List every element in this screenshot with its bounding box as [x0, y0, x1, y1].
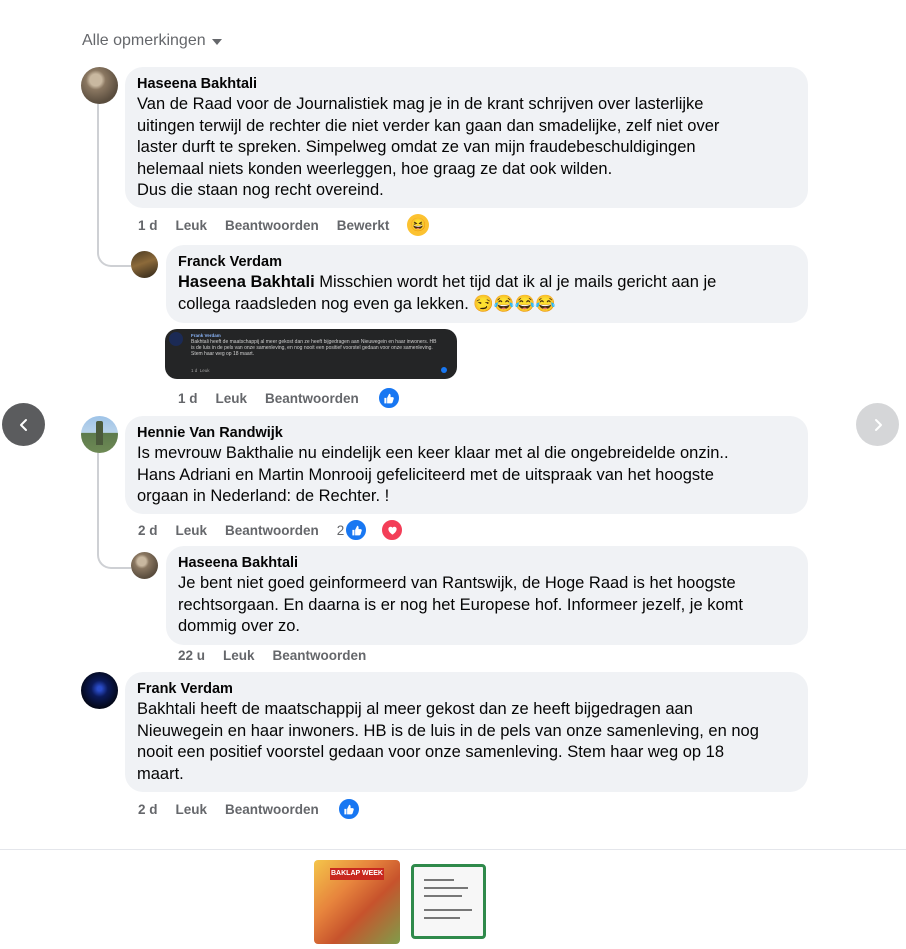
comment-author[interactable]: Franck Verdam [178, 253, 796, 272]
previous-button[interactable] [2, 403, 45, 446]
like-reaction-icon [344, 518, 369, 542]
comment-actions: 1 d Leuk Beantwoorden Bewerkt 😆 [138, 214, 465, 236]
comment-bubble: Haseena Bakhtali Van de Raad voor de Jou… [125, 67, 808, 208]
comment-filter-dropdown[interactable]: Alle opmerkingen [82, 32, 222, 50]
reaction-count: 2 [336, 522, 345, 538]
thumbnail-line [424, 895, 462, 897]
avatar[interactable] [81, 416, 118, 453]
comment-time[interactable]: 22 u [178, 648, 205, 663]
love-reaction-icon [380, 518, 405, 542]
comment-actions: 1 d Leuk Beantwoorden [178, 386, 437, 410]
haha-reaction-icon: 😆 [407, 214, 430, 236]
attachment-like: Leuk [199, 368, 210, 373]
thumbnail-line [424, 909, 472, 911]
like-button[interactable]: Leuk [176, 802, 208, 817]
comment-text: Bakhtali heeft de maatschappij al meer g… [137, 700, 759, 783]
next-button[interactable] [856, 403, 899, 446]
divider [0, 849, 906, 850]
comment-author[interactable]: Frank Verdam [137, 680, 796, 699]
like-reaction-icon [336, 797, 361, 821]
photo-thumbnail[interactable]: BAKLAP WEEK [314, 860, 400, 944]
comment-text: Van de Raad voor de Journalistiek mag je… [137, 95, 720, 199]
like-button[interactable]: Leuk [176, 218, 208, 233]
like-button[interactable]: Leuk [223, 648, 255, 663]
attachment-time: 1 d [191, 368, 198, 373]
comment-bubble: Hennie Van Randwijk Is mevrouw Bakthalie… [125, 416, 808, 514]
comment-time[interactable]: 2 d [138, 802, 158, 817]
reply-button[interactable]: Beantwoorden [225, 218, 319, 233]
comment-author[interactable]: Haseena Bakhtali [137, 75, 796, 94]
like-reaction-icon [441, 367, 447, 373]
comment-filter-label: Alle opmerkingen [82, 32, 206, 49]
comment-text: Je bent niet goed geinformeerd van Rants… [178, 574, 743, 635]
attachment-text: Bakhtali heeft de maatschappij al meer g… [191, 339, 437, 357]
avatar[interactable] [81, 672, 118, 709]
like-button[interactable]: Leuk [216, 391, 248, 406]
thumbnail-line [424, 887, 468, 889]
comment-author[interactable]: Hennie Van Randwijk [137, 424, 796, 443]
comment-time[interactable]: 2 d [138, 523, 158, 538]
comment-author[interactable]: Haseena Bakhtali [178, 554, 796, 573]
chevron-left-icon [19, 418, 27, 431]
thumbnail-title: BAKLAP WEEK [330, 868, 384, 880]
reply-button[interactable]: Beantwoorden [225, 523, 319, 538]
comment-actions: 2 d Leuk Beantwoorden [138, 797, 397, 821]
photo-thumbnail-selected[interactable] [411, 864, 486, 939]
like-button[interactable]: Leuk [176, 523, 208, 538]
comment-time[interactable]: 1 d [138, 218, 158, 233]
reactions[interactable]: 😆 [407, 214, 447, 236]
comment-actions: 22 u Leuk Beantwoorden [178, 648, 384, 663]
comment-actions: 2 d Leuk Beantwoorden 2 [138, 518, 422, 542]
avatar [169, 332, 183, 346]
comment-bubble: Franck Verdam Haseena Bakhtali Misschien… [166, 245, 808, 323]
thumbnail-line [424, 917, 460, 919]
comment-bubble: Haseena Bakhtali Je bent niet goed geinf… [166, 546, 808, 645]
comment-text: Haseena Bakhtali Misschien wordt het tij… [178, 272, 796, 315]
edited-label[interactable]: Bewerkt [337, 218, 390, 233]
caret-down-icon [211, 39, 222, 45]
reactions[interactable] [336, 797, 379, 821]
comment-text: Is mevrouw Bakthalie nu eindelijk een ke… [137, 444, 729, 505]
reply-button[interactable]: Beantwoorden [265, 391, 359, 406]
avatar[interactable] [81, 67, 118, 104]
reply-button[interactable]: Beantwoorden [225, 802, 319, 817]
comment-bubble: Frank Verdam Bakhtali heeft de maatschap… [125, 672, 808, 792]
comment-time[interactable]: 1 d [178, 391, 198, 406]
mention-link[interactable]: Haseena Bakhtali [178, 273, 315, 291]
attached-screenshot[interactable]: Frank Verdam Bakhtali heeft de maatschap… [165, 329, 457, 379]
like-reaction-icon [376, 386, 401, 410]
reply-button[interactable]: Beantwoorden [273, 648, 367, 663]
attachment-meta: 1 d Leuk [191, 368, 210, 374]
reactions[interactable]: 2 [337, 518, 423, 542]
reactions[interactable] [376, 386, 419, 410]
avatar[interactable] [131, 552, 158, 579]
chevron-right-icon [874, 418, 882, 431]
avatar[interactable] [131, 251, 158, 278]
thumbnail-line [424, 879, 454, 881]
